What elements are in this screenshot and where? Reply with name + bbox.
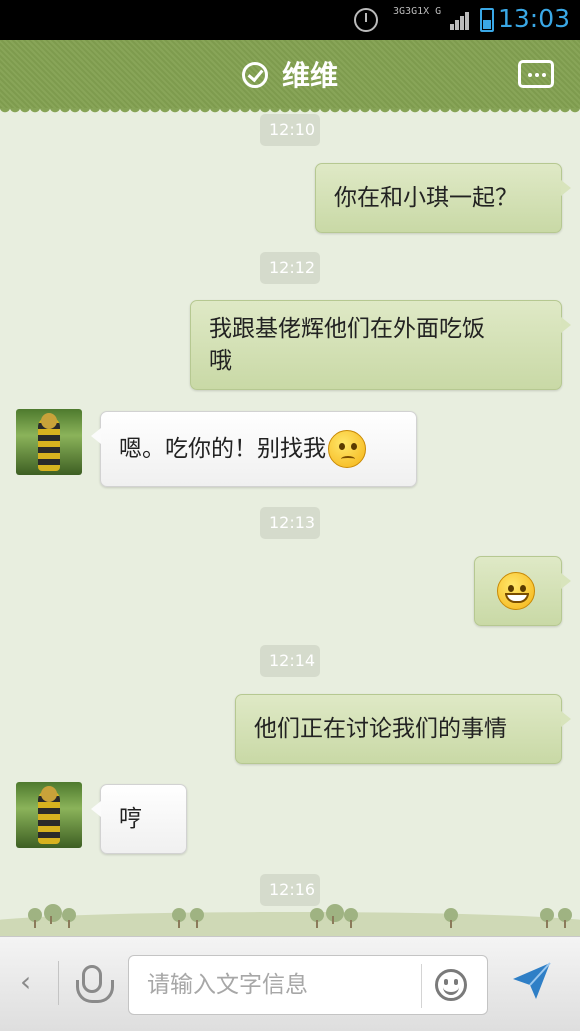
message-text: 哼: [119, 806, 142, 832]
divider: [58, 961, 59, 1005]
outgoing-message[interactable]: 你在和小琪一起？: [315, 163, 571, 233]
avatar[interactable]: [16, 409, 82, 475]
mic-icon[interactable]: [76, 965, 114, 1003]
title-bar: 维维: [0, 40, 580, 114]
divider: [421, 964, 422, 1008]
background-landscape: [0, 880, 580, 936]
network-label-3g-2: 3G: [405, 6, 418, 17]
signal-icon: [450, 10, 470, 30]
network-label-g: G: [435, 6, 442, 17]
contact-name: 维维: [281, 59, 338, 92]
more-icon[interactable]: [518, 60, 554, 88]
outgoing-message[interactable]: 我跟基佬辉他们在外面吃饭 哦: [190, 300, 571, 390]
grin-face-icon: [497, 572, 535, 610]
avatar[interactable]: [16, 782, 82, 848]
message-input[interactable]: [147, 956, 407, 1014]
input-bar: ‹: [0, 936, 580, 1031]
timestamp: 12:12: [260, 252, 320, 284]
incoming-message[interactable]: 嗯。吃你的！别找我: [91, 411, 417, 487]
network-indicators: 3G3G1X G: [393, 6, 441, 18]
outgoing-message[interactable]: 他们正在讨论我们的事情: [235, 694, 571, 764]
back-icon[interactable]: ‹: [20, 965, 31, 998]
chat-title: 维维: [0, 54, 580, 94]
message-text-line-1: 我跟基佬辉他们在外面吃饭: [209, 316, 485, 342]
message-text: 他们正在讨论我们的事情: [254, 716, 507, 742]
incoming-message[interactable]: 哼: [91, 784, 187, 854]
send-icon[interactable]: [510, 959, 552, 1001]
timestamp: 12:13: [260, 507, 320, 539]
status-time: 13:03: [497, 4, 570, 33]
outgoing-message[interactable]: [474, 556, 571, 626]
message-text: 你在和小琪一起？: [334, 185, 518, 211]
alarm-icon: [354, 8, 378, 32]
confused-face-icon: [328, 430, 366, 468]
message-text: 嗯。吃你的！别找我: [119, 436, 326, 462]
network-label-3g: 3G: [393, 6, 406, 17]
check-circle-icon: [241, 62, 268, 88]
message-text-line-2: 哦: [209, 348, 232, 374]
battery-icon: [480, 8, 494, 32]
emoji-icon[interactable]: [435, 969, 467, 1001]
timestamp: 12:10: [260, 114, 320, 146]
status-bar: 3G3G1X G 13:03: [0, 0, 580, 40]
message-field[interactable]: [128, 955, 488, 1015]
network-label-1x: 1X: [417, 6, 430, 17]
timestamp: 12:14: [260, 645, 320, 677]
